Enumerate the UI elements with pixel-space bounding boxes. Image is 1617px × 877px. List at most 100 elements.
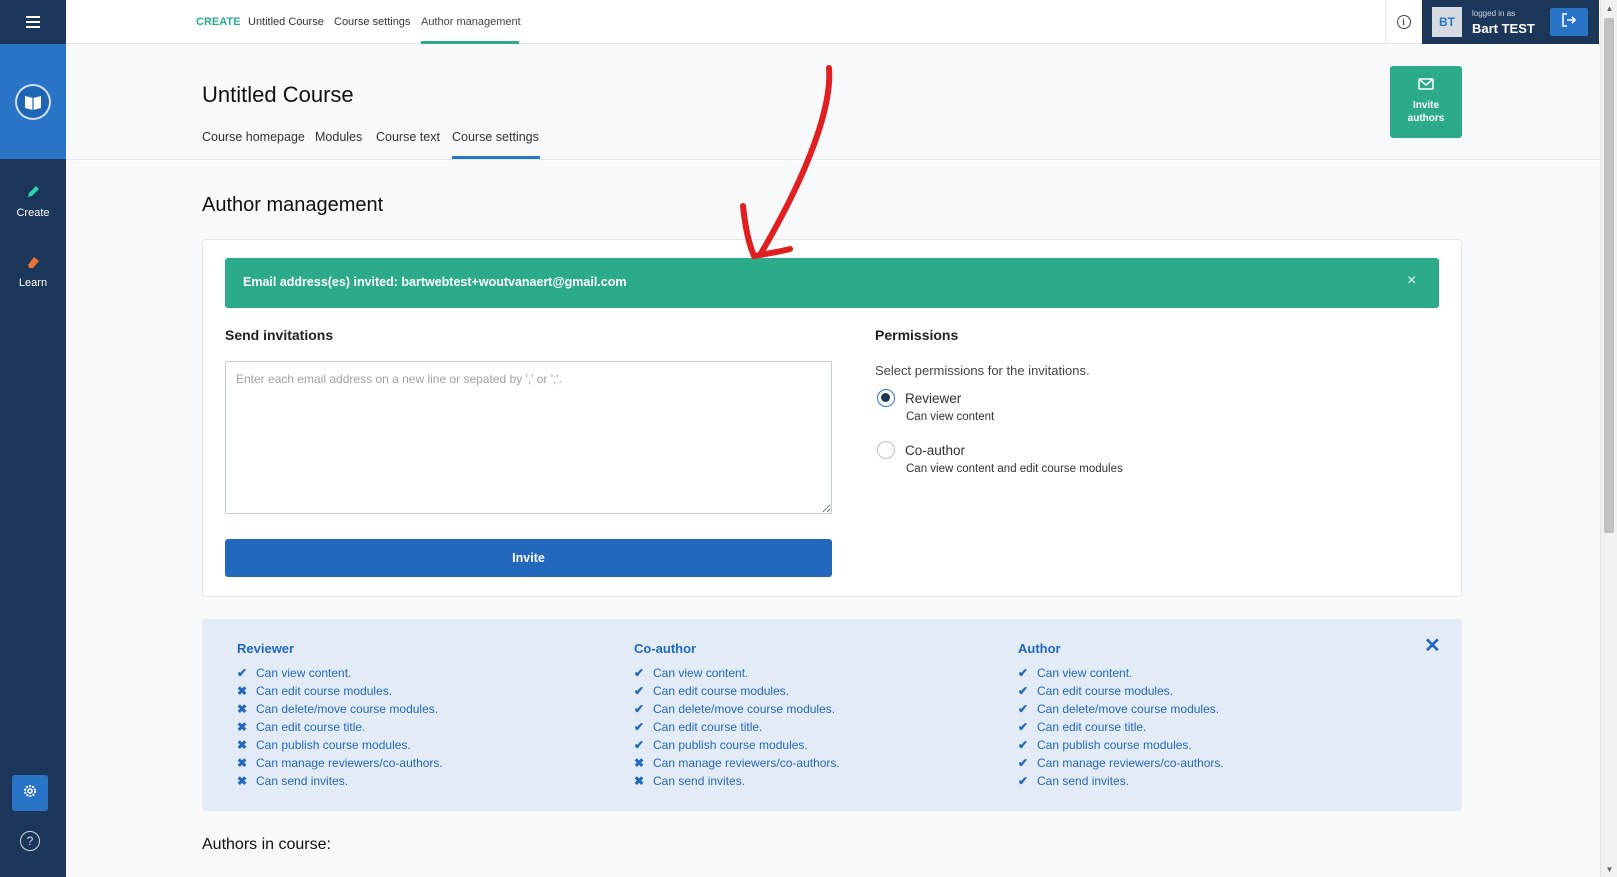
vertical-scrollbar[interactable]: ▲ ▼ bbox=[1600, 0, 1617, 877]
permission-text: Can edit course title. bbox=[256, 720, 366, 734]
user-box: BT logged in as Bart TEST bbox=[1422, 0, 1599, 44]
permission-item: ✔ Can delete/move course modules. bbox=[1018, 700, 1224, 718]
send-invitations-label: Send invitations bbox=[225, 327, 334, 343]
user-name: Bart TEST bbox=[1472, 21, 1535, 36]
app-logo[interactable] bbox=[0, 44, 66, 159]
logout-icon bbox=[1561, 12, 1577, 32]
permission-text: Can manage reviewers/co-authors. bbox=[256, 756, 443, 770]
cross-icon: ✖ bbox=[237, 738, 248, 752]
permission-text: Can manage reviewers/co-authors. bbox=[1037, 756, 1224, 770]
permission-item: ✔ Can edit course modules. bbox=[1018, 682, 1224, 700]
invite-button[interactable]: Invite bbox=[225, 539, 832, 577]
invitations-card: Email address(es) invited: bartwebtest+w… bbox=[202, 239, 1462, 597]
sidebar-item-create[interactable]: Create bbox=[0, 183, 66, 219]
cross-icon: ✖ bbox=[237, 756, 248, 770]
permission-text: Can edit course modules. bbox=[256, 684, 393, 698]
role-column-co-author: Co-author ✔ Can view content. ✔ Can edit cou… bbox=[634, 641, 840, 790]
breadcrumb-author-management[interactable]: Author management bbox=[421, 16, 521, 28]
tab-modules[interactable]: Modules bbox=[315, 130, 362, 144]
breadcrumb-course-settings[interactable]: Course settings bbox=[334, 16, 410, 28]
permission-text: Can edit course modules. bbox=[653, 684, 790, 698]
course-title: Untitled Course bbox=[202, 82, 354, 107]
role-column-reviewer: Reviewer ✔ Can view content. ✖ Can edit cour… bbox=[237, 641, 443, 790]
check-icon: ✔ bbox=[634, 738, 645, 752]
permission-item: ✔ Can send invites. bbox=[1018, 772, 1224, 790]
permission-item: ✖ Can send invites. bbox=[237, 772, 443, 790]
invite-authors-button[interactable]: Invite authors bbox=[1390, 66, 1462, 138]
avatar[interactable]: BT bbox=[1432, 7, 1462, 37]
permission-text: Can send invites. bbox=[653, 774, 746, 788]
check-icon: ✔ bbox=[1018, 702, 1029, 716]
permission-text: Can manage reviewers/co-authors. bbox=[653, 756, 840, 770]
logout-button[interactable] bbox=[1550, 8, 1588, 36]
permission-text: Can delete/move course modules. bbox=[256, 702, 439, 716]
radio-co-author-desc: Can view content and edit course modules bbox=[906, 463, 1123, 475]
cross-icon: ✖ bbox=[634, 774, 645, 788]
permission-item: ✔ Can view content. bbox=[1018, 664, 1224, 682]
check-icon: ✔ bbox=[1018, 684, 1029, 698]
permission-item: ✖ Can publish course modules. bbox=[237, 736, 443, 754]
permission-item: ✖ Can delete/move course modules. bbox=[237, 700, 443, 718]
permission-item: ✔ Can view content. bbox=[237, 664, 443, 682]
permission-text: Can view content. bbox=[256, 666, 352, 680]
info-icon: i bbox=[1396, 15, 1411, 29]
breadcrumb-course[interactable]: Untitled Course bbox=[248, 16, 324, 28]
permission-text: Can edit course title. bbox=[653, 720, 763, 734]
cross-icon: ✖ bbox=[237, 774, 248, 788]
check-icon: ✔ bbox=[634, 702, 645, 716]
permission-item: ✔ Can publish course modules. bbox=[1018, 736, 1224, 754]
info-button[interactable]: i bbox=[1385, 0, 1421, 44]
settings-button[interactable] bbox=[12, 775, 48, 811]
cross-icon: ✖ bbox=[237, 720, 248, 734]
logged-in-label: logged in as bbox=[1472, 9, 1516, 18]
section-title: Author management bbox=[202, 194, 384, 216]
pencil-icon bbox=[23, 183, 43, 201]
eraser-icon bbox=[23, 253, 43, 271]
permissions-subtitle: Select permissions for the invitations. bbox=[875, 363, 1090, 378]
permission-item: ✖ Can edit course modules. bbox=[237, 682, 443, 700]
radio-reviewer-label[interactable]: Reviewer bbox=[905, 391, 961, 406]
check-icon: ✔ bbox=[1018, 756, 1029, 770]
permission-text: Can send invites. bbox=[1037, 774, 1130, 788]
role-title: Reviewer bbox=[237, 641, 295, 656]
tab-course-homepage[interactable]: Course homepage bbox=[202, 130, 305, 144]
authors-heading: Authors in course: bbox=[202, 836, 331, 853]
roles-overview: ✕ Reviewer ✔ Can view content. ✖ Can edit co… bbox=[202, 619, 1462, 811]
cross-icon: ✖ bbox=[634, 756, 645, 770]
permission-item: ✖ Can send invites. bbox=[634, 772, 840, 790]
check-icon: ✔ bbox=[634, 720, 645, 734]
sidebar: Create Learn ? bbox=[0, 0, 66, 877]
close-icon[interactable]: ✕ bbox=[1424, 633, 1441, 658]
alert-message: Email address(es) invited: bartwebtest+w… bbox=[243, 275, 627, 289]
permission-text: Can delete/move course modules. bbox=[1037, 702, 1220, 716]
radio-reviewer[interactable] bbox=[877, 389, 895, 407]
email-input[interactable] bbox=[225, 361, 832, 514]
permission-item: ✔ Can edit course title. bbox=[634, 718, 840, 736]
permission-text: Can view content. bbox=[1037, 666, 1133, 680]
cross-icon: ✖ bbox=[237, 684, 248, 698]
scroll-down-icon[interactable]: ▼ bbox=[1601, 861, 1617, 877]
permission-text: Can publish course modules. bbox=[1037, 738, 1192, 752]
tab-course-settings[interactable]: Course settings bbox=[452, 130, 539, 144]
invite-authors-label: Invite authors bbox=[1407, 100, 1445, 124]
check-icon: ✔ bbox=[1018, 738, 1029, 752]
role-title: Co-author bbox=[634, 641, 697, 656]
scroll-up-icon[interactable]: ▲ bbox=[1601, 0, 1617, 16]
permission-text: Can edit course modules. bbox=[1037, 684, 1174, 698]
check-icon: ✔ bbox=[1018, 720, 1029, 734]
permission-item: ✔ Can view content. bbox=[634, 664, 840, 682]
red-arrow-annotation bbox=[740, 65, 833, 259]
check-icon: ✔ bbox=[634, 684, 645, 698]
mail-icon bbox=[1390, 78, 1462, 94]
breadcrumb-create[interactable]: CREATE bbox=[196, 16, 240, 28]
permission-item: ✔ Can edit course modules. bbox=[634, 682, 840, 700]
scroll-thumb[interactable] bbox=[1604, 18, 1614, 533]
tab-course-text[interactable]: Course text bbox=[376, 130, 440, 144]
radio-co-author[interactable] bbox=[877, 441, 895, 459]
sidebar-item-learn[interactable]: Learn bbox=[0, 253, 66, 289]
hamburger-menu-icon[interactable] bbox=[0, 0, 66, 44]
help-icon[interactable]: ? bbox=[20, 831, 40, 851]
radio-co-author-label[interactable]: Co-author bbox=[905, 443, 965, 458]
cross-icon: ✖ bbox=[237, 702, 248, 716]
close-icon[interactable]: × bbox=[1407, 272, 1416, 290]
